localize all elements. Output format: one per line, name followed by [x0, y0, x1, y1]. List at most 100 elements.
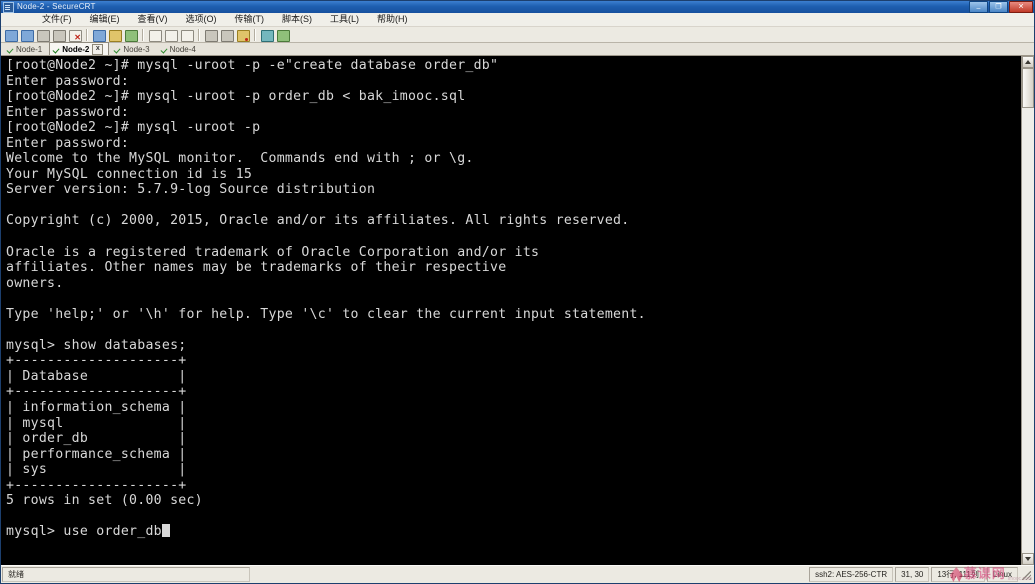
- print-icon[interactable]: [147, 28, 162, 42]
- menu-options[interactable]: 选项(O): [177, 13, 226, 26]
- terminal-line: | information_schema |: [6, 400, 187, 416]
- connected-check-icon: [53, 46, 60, 53]
- session-options-icon[interactable]: [203, 28, 218, 42]
- menu-file[interactable]: 文件(F): [33, 13, 81, 26]
- session-options-icon-glyph: [205, 29, 218, 42]
- terminal-line: Type 'help;' or '\h' for help. Type '\c'…: [6, 306, 646, 322]
- paste-icon[interactable]: [107, 28, 122, 42]
- connect-local-icon-glyph: [53, 29, 66, 42]
- connected-check-icon: [114, 46, 121, 53]
- terminal-line: | performance_schema |: [6, 446, 187, 462]
- status-emulation: Linux: [986, 567, 1018, 582]
- tab-node-3[interactable]: Node-3: [110, 42, 155, 55]
- terminal-line: +--------------------+: [6, 477, 187, 493]
- copy-icon[interactable]: [91, 28, 106, 42]
- resize-grip-icon[interactable]: [1020, 569, 1032, 581]
- chevron-down-icon: [1025, 557, 1031, 561]
- terminal-line: [root@Node2 ~]# mysql -uroot -p: [6, 120, 261, 136]
- clear-screen-icon-glyph: [181, 29, 194, 42]
- terminal-line: Copyright (c) 2000, 2015, Oracle and/or …: [6, 213, 630, 229]
- print-icon-glyph: [149, 29, 162, 42]
- scroll-thumb[interactable]: [1022, 68, 1034, 108]
- help-icon-glyph: [261, 29, 274, 42]
- new-session-icon-glyph: [5, 29, 18, 42]
- disconnect-icon[interactable]: ✕: [67, 28, 82, 42]
- menu-script[interactable]: 脚本(S): [273, 13, 321, 26]
- terminal-output[interactable]: [root@Node2 ~]# mysql -uroot -p -e"creat…: [1, 56, 1021, 565]
- clone-session-icon-glyph: [21, 29, 34, 42]
- minimize-button[interactable]: –: [969, 1, 988, 13]
- terminal-scrollbar[interactable]: [1021, 56, 1034, 565]
- connect-icon-glyph: [37, 29, 50, 42]
- log-session-icon[interactable]: [163, 28, 178, 42]
- menu-view[interactable]: 查看(V): [129, 13, 177, 26]
- connect-local-icon[interactable]: [51, 28, 66, 42]
- tab-node-1[interactable]: Node-1: [3, 42, 48, 55]
- terminal-line: | order_db |: [6, 431, 187, 447]
- terminal-line: affiliates. Other names may be trademark…: [6, 260, 507, 276]
- global-options-icon[interactable]: [219, 28, 234, 42]
- terminal-line: 5 rows in set (0.00 sec): [6, 493, 203, 509]
- menu-edit[interactable]: 编辑(E): [81, 13, 129, 26]
- tab-close-icon[interactable]: x: [92, 43, 104, 55]
- scroll-up-button[interactable]: [1022, 56, 1034, 68]
- securecrt-icon: [3, 1, 14, 13]
- menu-transfer[interactable]: 传输(T): [226, 13, 274, 26]
- about-icon[interactable]: [275, 28, 290, 42]
- global-options-icon-glyph: [221, 29, 234, 42]
- menu-bar: 文件(F) 编辑(E) 查看(V) 选项(O) 传输(T) 脚本(S) 工具(L) 帮助(H): [1, 13, 1034, 27]
- terminal-cursor: [161, 524, 170, 538]
- status-bar: 就绪 ssh2: AES-256-CTR 31, 30 13行, 111列 Li…: [1, 565, 1034, 583]
- find-icon-glyph: [125, 29, 138, 42]
- terminal-line: mysql> show databases;: [6, 337, 187, 353]
- clone-session-icon[interactable]: [19, 28, 34, 42]
- window-title: Node-2 - SecureCRT: [17, 2, 96, 11]
- disconnect-badge-icon: ✕: [74, 32, 81, 42]
- terminal-line: Enter password:: [6, 135, 130, 151]
- key-icon[interactable]: [235, 28, 250, 42]
- chevron-up-icon: [1025, 60, 1031, 64]
- help-icon[interactable]: [259, 28, 274, 42]
- log-session-icon-glyph: [165, 29, 178, 42]
- terminal-line: | Database |: [6, 368, 187, 384]
- toolbar-separator: [254, 28, 256, 41]
- restore-button[interactable]: ❐: [989, 1, 1008, 13]
- scroll-down-button[interactable]: [1022, 553, 1034, 565]
- tab-label: Node-3: [123, 44, 150, 54]
- status-ready: 就绪: [2, 567, 250, 582]
- new-session-icon[interactable]: [3, 28, 18, 42]
- clear-screen-icon[interactable]: [179, 28, 194, 42]
- terminal-area: [root@Node2 ~]# mysql -uroot -p -e"creat…: [1, 56, 1034, 565]
- menu-help[interactable]: 帮助(H): [368, 13, 417, 26]
- status-protocol: ssh2: AES-256-CTR: [809, 567, 894, 582]
- menu-tools[interactable]: 工具(L): [321, 13, 368, 26]
- terminal-line: [root@Node2 ~]# mysql -uroot -p order_db…: [6, 89, 466, 105]
- scroll-track[interactable]: [1022, 68, 1034, 553]
- terminal-line: | mysql |: [6, 415, 187, 431]
- key-icon-glyph: [237, 29, 250, 42]
- terminal-line: +--------------------+: [6, 353, 187, 369]
- toolbar-separator: [86, 28, 88, 41]
- toolbar-separator: [198, 28, 200, 41]
- tab-node-2[interactable]: Node-2 x: [49, 42, 110, 55]
- find-icon[interactable]: [123, 28, 138, 42]
- title-bar: Node-2 - SecureCRT – ❐ ✕: [1, 1, 1034, 13]
- tab-node-4[interactable]: Node-4: [157, 42, 202, 55]
- toolbar-separator: [142, 28, 144, 41]
- terminal-line: Enter password:: [6, 104, 130, 120]
- restore-icon: ❐: [995, 3, 1002, 11]
- close-button[interactable]: ✕: [1009, 1, 1033, 13]
- connect-icon[interactable]: [35, 28, 50, 42]
- badge-dot-icon: [245, 37, 248, 41]
- tab-label: Node-4: [169, 44, 196, 54]
- terminal-line: Your MySQL connection id is 15: [6, 166, 253, 182]
- about-icon-glyph: [277, 29, 290, 42]
- tab-label: Node-2: [62, 44, 90, 54]
- copy-icon-glyph: [93, 29, 106, 42]
- terminal-line: +--------------------+: [6, 384, 187, 400]
